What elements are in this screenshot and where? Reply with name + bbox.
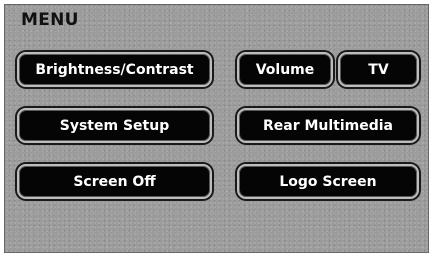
volume-button[interactable]: Volume xyxy=(237,52,333,87)
logo-screen-button[interactable]: Logo Screen xyxy=(237,164,419,199)
menu-screen: MENU Brightness/Contrast Volume TV Syste… xyxy=(4,4,429,253)
rear-multimedia-button[interactable]: Rear Multimedia xyxy=(237,108,419,143)
brightness-contrast-button[interactable]: Brightness/Contrast xyxy=(17,52,212,87)
system-setup-button[interactable]: System Setup xyxy=(17,108,212,143)
menu-title: MENU xyxy=(21,10,79,30)
screen-off-button[interactable]: Screen Off xyxy=(17,164,212,199)
tv-button[interactable]: TV xyxy=(338,52,419,87)
